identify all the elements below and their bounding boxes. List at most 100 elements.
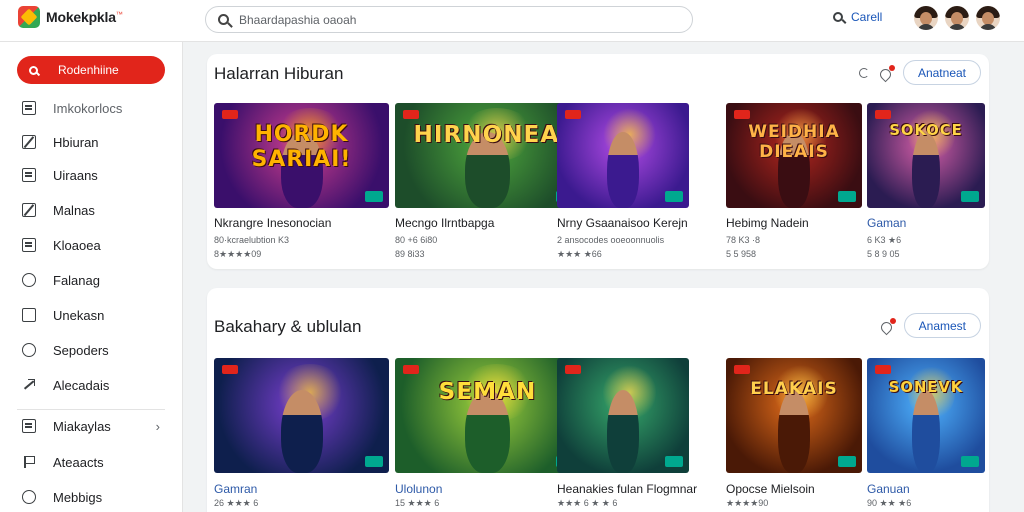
game-title-art: SEMAN bbox=[438, 378, 537, 405]
sidebar-divider bbox=[17, 409, 165, 410]
tray-icon bbox=[22, 168, 36, 182]
sidebar-item-label: Imkokorlocs bbox=[53, 100, 123, 116]
game-meta: 80·kcraelubtion K3 bbox=[214, 235, 290, 245]
search-input[interactable] bbox=[239, 12, 659, 27]
section-actions: Anatneat bbox=[858, 60, 981, 85]
game-title-art: SONEVK bbox=[888, 378, 964, 396]
new-tag bbox=[565, 365, 581, 374]
game-thumbnail[interactable] bbox=[557, 358, 689, 473]
avatar[interactable] bbox=[976, 6, 1000, 30]
rating-badge bbox=[665, 191, 683, 202]
game-thumbnail[interactable] bbox=[214, 358, 389, 473]
new-tag bbox=[222, 365, 238, 374]
sidebar-item-sepoders[interactable]: Sepoders bbox=[22, 339, 172, 361]
avatar[interactable] bbox=[914, 6, 938, 30]
app-logo[interactable]: Mokekpkla™ bbox=[18, 6, 123, 28]
sidebar-item-falanag[interactable]: Falanag bbox=[22, 269, 172, 291]
game-meta: 90 ★★ ★6 bbox=[867, 498, 912, 508]
game-title[interactable]: Ganuan bbox=[867, 482, 910, 496]
search-icon bbox=[833, 12, 843, 22]
new-tag bbox=[875, 365, 891, 374]
sidebar-item-label: Rodenhiine bbox=[58, 63, 119, 77]
sidebar-item-label: Ateaacts bbox=[53, 454, 104, 470]
rating-badge bbox=[838, 191, 856, 202]
sidebar-item-uiraans[interactable]: Uiraans bbox=[22, 164, 172, 186]
game-meta: 78 K3 ·8 bbox=[726, 235, 761, 245]
game-title[interactable]: Gaman bbox=[867, 216, 906, 230]
refresh-icon[interactable] bbox=[858, 67, 869, 78]
game-thumbnail[interactable]: HORDK SARIAI! bbox=[214, 103, 389, 208]
sidebar-item-label: Hbiuran bbox=[53, 134, 99, 150]
game-title[interactable]: Mecngo Ilrntbapga bbox=[395, 216, 494, 230]
new-tag bbox=[403, 365, 419, 374]
game-title[interactable]: Heanakies fulan Flogmnar bbox=[557, 482, 697, 496]
top-search-link[interactable]: Carell bbox=[833, 10, 882, 24]
new-tag bbox=[734, 365, 750, 374]
folder-icon bbox=[22, 419, 36, 433]
game-rating: 8★★★★09 bbox=[214, 249, 262, 259]
new-tag bbox=[222, 110, 238, 119]
rating-badge bbox=[365, 456, 383, 467]
sidebar-item-label: Kloaoea bbox=[53, 237, 101, 253]
game-title[interactable]: Gamran bbox=[214, 482, 257, 496]
game-meta: 15 ★★★ 6 bbox=[395, 498, 440, 508]
sidebar-item-unekasn[interactable]: Unekasn bbox=[22, 304, 172, 326]
see-all-button[interactable]: Anatneat bbox=[902, 60, 981, 85]
top-search-link-label: Carell bbox=[851, 10, 883, 24]
new-tag bbox=[565, 110, 581, 119]
game-thumbnail[interactable]: SONEVK bbox=[867, 358, 985, 473]
game-title[interactable]: Opocse Mielsoin bbox=[726, 482, 815, 496]
sidebar-item-alecadais[interactable]: Alecadais bbox=[22, 374, 172, 396]
game-meta: 26 ★★★ 6 bbox=[214, 498, 259, 508]
clock-icon bbox=[22, 273, 36, 287]
game-thumbnail[interactable]: SEMAN bbox=[395, 358, 580, 473]
sidebar-item-miakaylas[interactable]: Miakaylas › bbox=[22, 415, 172, 437]
search-bar[interactable] bbox=[205, 6, 693, 33]
game-title[interactable]: Ulolunon bbox=[395, 482, 442, 496]
rating-badge bbox=[961, 456, 979, 467]
game-meta: ★★★ 6 ★ ★ 6 bbox=[557, 498, 618, 508]
sidebar-item-ateaacts[interactable]: Ateaacts bbox=[22, 451, 172, 473]
game-title[interactable]: Nkrangre Inesonocian bbox=[214, 216, 331, 230]
pin-icon[interactable] bbox=[879, 64, 895, 80]
sidebar-item-label: Sepoders bbox=[53, 342, 109, 358]
game-title-art: ELAKAIS bbox=[750, 378, 838, 399]
sidebar-item-label: Uiraans bbox=[53, 167, 98, 183]
app-name: Mokekpkla bbox=[46, 9, 116, 25]
sidebar-item-library[interactable]: Imkokorlocs bbox=[22, 97, 172, 119]
chevron-right-icon: › bbox=[155, 418, 160, 434]
new-tag bbox=[875, 110, 891, 119]
game-thumbnail[interactable] bbox=[557, 103, 689, 208]
section-title: Halarran Hiburan bbox=[214, 64, 344, 83]
game-title-art: HIRNONEAS bbox=[413, 121, 577, 148]
sidebar-item-kloaoea[interactable]: Kloaoea bbox=[22, 234, 172, 256]
sidebar-item-malnas[interactable]: Malnas bbox=[22, 199, 172, 221]
section-actions: Anamest bbox=[880, 313, 981, 338]
game-thumbnail[interactable]: SOKOCE bbox=[867, 103, 985, 208]
sidebar-item-hiburan[interactable]: Hbiuran bbox=[22, 131, 172, 153]
game-thumbnail[interactable]: HIRNONEAS bbox=[395, 103, 580, 208]
sidebar-item-label: Alecadais bbox=[53, 377, 110, 393]
sidebar: Rodenhiine Imkokorlocs Hbiuran Uiraans M… bbox=[0, 42, 183, 512]
game-title[interactable]: Hebimg Nadein bbox=[726, 216, 809, 230]
game-title[interactable]: Nrny Gsaanaisoo Kerejn bbox=[557, 216, 688, 230]
game-meta: 80 +6 6i80 bbox=[395, 235, 438, 245]
pin-icon[interactable] bbox=[880, 317, 896, 333]
sidebar-item-mebbigs[interactable]: Mebbigs bbox=[22, 486, 172, 508]
game-title-art: HORDK SARIAI! bbox=[251, 121, 352, 172]
share-icon bbox=[22, 378, 36, 392]
game-thumbnail[interactable]: ELAKAIS bbox=[726, 358, 862, 473]
slash-icon bbox=[22, 135, 36, 149]
sidebar-item-active[interactable]: Rodenhiine bbox=[17, 56, 165, 84]
top-bar: Mokekpkla™ Carell bbox=[0, 0, 1024, 42]
sidebar-item-label: Malnas bbox=[53, 202, 95, 218]
game-thumbnail[interactable]: WEIDHIA DIEAIS bbox=[726, 103, 862, 208]
section-featured: Halarran Hiburan Anatneat HORDK SARIAI! N… bbox=[207, 54, 989, 269]
rating-badge bbox=[838, 456, 856, 467]
see-all-button[interactable]: Anamest bbox=[903, 313, 981, 338]
avatar[interactable] bbox=[945, 6, 969, 30]
game-title-art: WEIDHIA DIEAIS bbox=[748, 121, 840, 162]
game-rating: 89 8i33 bbox=[395, 249, 425, 259]
rating-badge bbox=[961, 191, 979, 202]
flag-icon bbox=[22, 455, 36, 469]
